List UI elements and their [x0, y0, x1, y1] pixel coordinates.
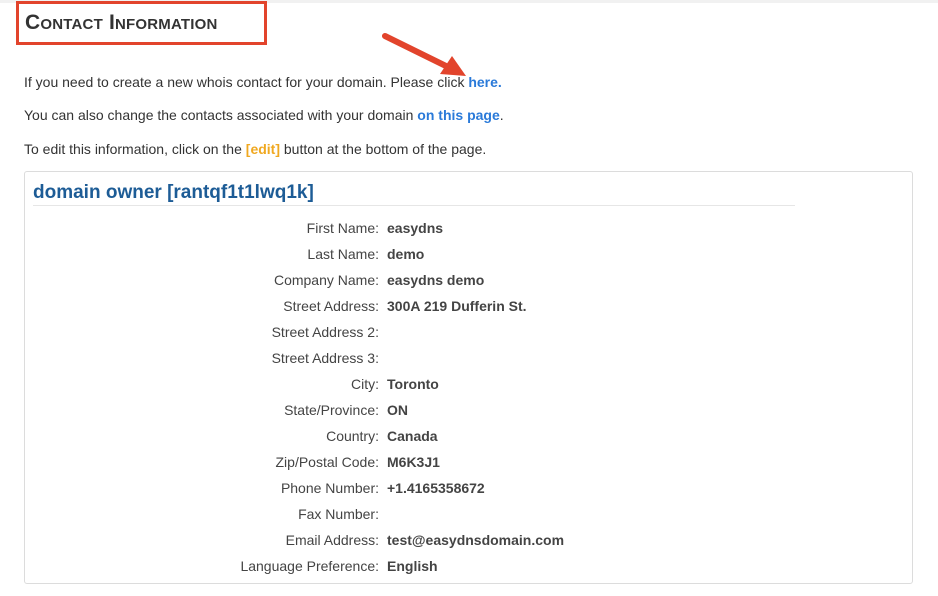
field-value: Canada [387, 428, 438, 444]
domain-owner-panel: domain owner [rantqf1t1lwq1k] First Name… [24, 171, 913, 584]
field-label: Street Address 3: [271, 350, 379, 366]
panel-divider [33, 205, 795, 206]
field-row-company-name: Company Name: easydns demo [25, 270, 914, 290]
field-row-fax-number: Fax Number: [25, 504, 914, 524]
field-value: test@easydnsdomain.com [387, 532, 565, 548]
intro-create-text: If you need to create a new whois contac… [24, 74, 469, 90]
field-value: ON [387, 402, 408, 418]
intro-change-text: You can also change the contacts associa… [24, 107, 418, 123]
field-row-street-address-2: Street Address 2: [25, 322, 914, 342]
panel-title: domain owner [rantqf1t1lwq1k] [33, 182, 314, 203]
field-row-last-name: Last Name: demo [25, 244, 914, 264]
field-label: City: [351, 376, 379, 392]
field-label: Fax Number: [298, 506, 379, 522]
field-row-language-preference: Language Preference: English [25, 556, 914, 576]
field-label: Street Address 2: [271, 324, 379, 340]
field-label: First Name: [306, 220, 379, 236]
field-value: 300A 219 Dufferin St. [387, 298, 527, 314]
field-row-zip-postal-code: Zip/Postal Code: M6K3J1 [25, 452, 914, 472]
field-value: easydns demo [387, 272, 485, 288]
field-row-street-address-3: Street Address 3: [25, 348, 914, 368]
field-row-country: Country: Canada [25, 426, 914, 446]
field-label: Country: [326, 428, 379, 444]
field-value: easydns [387, 220, 444, 236]
page-title: Contact Information [25, 11, 218, 34]
field-value: English [387, 558, 438, 574]
field-label: Zip/Postal Code: [275, 454, 380, 470]
intro-create-contact: If you need to create a new whois contac… [24, 73, 502, 91]
field-label: State/Province: [284, 402, 379, 418]
title-highlight-box: Contact Information [16, 1, 267, 45]
intro-edit-info: To edit this information, click on the [… [24, 140, 486, 158]
create-contact-link[interactable]: here. [468, 74, 501, 90]
field-label: Email Address: [285, 532, 379, 548]
field-label: Phone Number: [280, 480, 379, 496]
field-value: Toronto [387, 376, 439, 392]
field-label: Street Address: [283, 298, 379, 314]
field-row-city: City: Toronto [25, 374, 914, 394]
field-row-first-name: First Name: easydns [25, 218, 914, 238]
intro-change-end: . [499, 107, 504, 123]
field-label: Company Name: [273, 272, 379, 288]
field-row-street-address: Street Address: 300A 219 Dufferin St. [25, 296, 914, 316]
field-row-phone-number: Phone Number: +1.4165358672 [25, 478, 914, 498]
field-row-state-province: State/Province: ON [25, 400, 914, 420]
field-value: M6K3J1 [387, 454, 440, 470]
field-label: Language Preference: [240, 558, 379, 574]
intro-edit-text-before: To edit this information, click on the [24, 141, 246, 157]
change-contacts-link[interactable]: on this page [417, 107, 499, 123]
intro-change-contacts: You can also change the contacts associa… [24, 106, 504, 124]
field-value: +1.4165358672 [387, 480, 485, 496]
field-row-email-address: Email Address: test@easydnsdomain.com [25, 530, 914, 550]
intro-edit-text-after: button at the bottom of the page. [280, 141, 487, 157]
field-label: Last Name: [307, 246, 379, 262]
field-value: demo [387, 246, 425, 262]
edit-link[interactable]: [edit] [246, 141, 280, 157]
